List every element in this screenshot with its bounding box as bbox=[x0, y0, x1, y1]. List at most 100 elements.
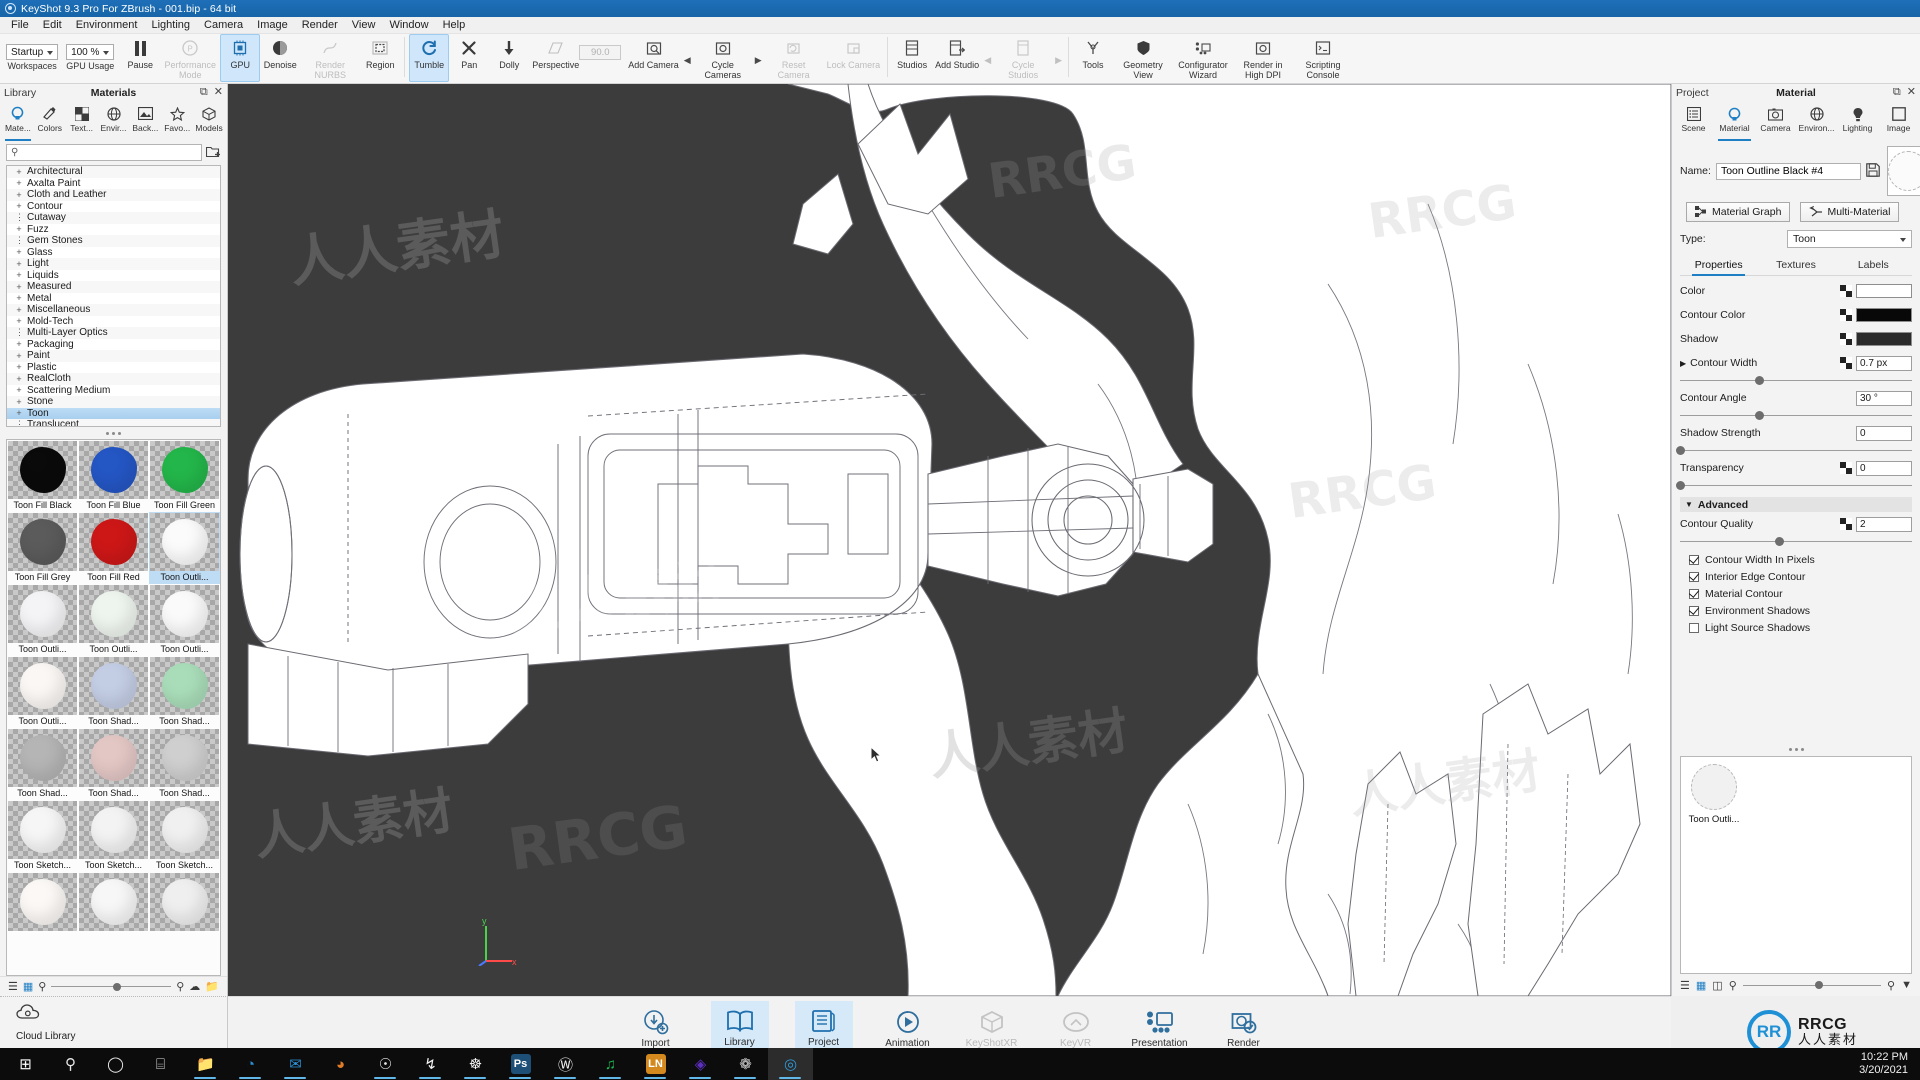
cycle-cameras-button[interactable]: Cycle Cameras bbox=[693, 34, 753, 82]
expand-plus-icon[interactable]: + bbox=[15, 178, 23, 188]
scripting-console-button[interactable]: Scripting Console bbox=[1293, 34, 1353, 82]
taskbar-clock[interactable]: 10:22 PM 3/20/2021 bbox=[1859, 1051, 1920, 1077]
checkbox-interior-edge-contour[interactable] bbox=[1689, 572, 1699, 582]
expand-plus-icon[interactable]: + bbox=[15, 351, 23, 361]
project-close-icon[interactable]: ✕ bbox=[1907, 87, 1916, 98]
taskbar-fan[interactable]: ❁ bbox=[723, 1048, 768, 1080]
dock-keyshotxr[interactable]: KeyShotXR bbox=[963, 1001, 1021, 1055]
library-material-cell[interactable]: Toon Shad... bbox=[149, 656, 220, 728]
menu-view[interactable]: View bbox=[345, 17, 383, 34]
contour-quality-value[interactable]: 2 bbox=[1856, 517, 1912, 532]
library-add-folder-icon[interactable] bbox=[206, 145, 221, 161]
checkbox-row-environment-shadows[interactable]: Environment Shadows bbox=[1672, 602, 1920, 619]
library-search-box[interactable]: ⚲ bbox=[6, 144, 202, 161]
library-category-metal[interactable]: +Metal bbox=[7, 293, 220, 305]
render-nurbs-button[interactable]: Render NURBS bbox=[300, 34, 360, 82]
checkbox-contour-width-in-pixels[interactable] bbox=[1689, 555, 1699, 565]
menu-lighting[interactable]: Lighting bbox=[144, 17, 197, 34]
gpu-usage-combo-value[interactable]: 100 % bbox=[66, 44, 114, 60]
library-tab-colors[interactable]: Colors bbox=[34, 101, 66, 141]
library-category-tree[interactable]: +Architectural+Axalta Paint+Cloth and Le… bbox=[6, 165, 221, 427]
expand-plus-icon[interactable]: + bbox=[15, 224, 23, 234]
cycle-cameras-next[interactable]: ▶ bbox=[753, 55, 764, 66]
multi-material-button[interactable]: Multi-Material bbox=[1800, 202, 1899, 222]
library-category-fuzz[interactable]: +Fuzz bbox=[7, 224, 220, 236]
cloud-download-icon[interactable]: ☁ bbox=[189, 980, 200, 993]
material-name-input[interactable] bbox=[1716, 163, 1861, 180]
library-category-packaging[interactable]: +Packaging bbox=[7, 339, 220, 351]
taskbar-keyshot[interactable]: ◎ bbox=[768, 1048, 813, 1080]
scene-material-grid[interactable]: Toon Outli... bbox=[1680, 756, 1912, 974]
library-search-input[interactable] bbox=[22, 147, 197, 158]
library-category-stone[interactable]: +Stone bbox=[7, 396, 220, 408]
project-tab-camera[interactable]: Camera bbox=[1755, 101, 1796, 141]
cycle-studios-next[interactable]: ▶ bbox=[1053, 55, 1064, 66]
perspective-button[interactable]: Perspective 90.0 bbox=[529, 34, 625, 82]
configurator-wizard-button[interactable]: Configurator Wizard bbox=[1173, 34, 1233, 82]
library-material-cell[interactable]: Toon Shad... bbox=[78, 656, 149, 728]
project-tab-image[interactable]: Image bbox=[1878, 101, 1919, 141]
zoom-out-icon[interactable]: ⚲ bbox=[38, 980, 46, 993]
gpu-button[interactable]: GPU bbox=[220, 34, 260, 82]
taskbar-substance[interactable]: Ⓦ bbox=[543, 1048, 588, 1080]
expand-plus-icon[interactable]: + bbox=[15, 305, 23, 315]
denoise-button[interactable]: Denoise bbox=[260, 34, 300, 82]
cycle-studios-prev[interactable]: ◀ bbox=[982, 55, 993, 66]
pan-button[interactable]: Pan bbox=[449, 34, 489, 82]
leaf-dash-icon[interactable]: ⋮ bbox=[15, 212, 23, 223]
list-view-icon[interactable]: ☰ bbox=[8, 980, 18, 993]
render-viewport[interactable]: 人人素材 人人素材 RRCG 人人素材 RRCG RRCG RRCG 人人素材 … bbox=[228, 84, 1671, 996]
checkbox-light-source-shadows[interactable] bbox=[1689, 623, 1699, 633]
texture-map-icon[interactable] bbox=[1840, 309, 1852, 321]
texture-map-icon[interactable] bbox=[1840, 518, 1852, 530]
start-button[interactable]: ⊞ bbox=[3, 1048, 48, 1080]
new-folder-icon[interactable]: 📁 bbox=[205, 980, 219, 993]
menu-render[interactable]: Render bbox=[295, 17, 345, 34]
taskbar-search[interactable]: ⚲ bbox=[48, 1048, 93, 1080]
library-category-plastic[interactable]: +Plastic bbox=[7, 362, 220, 374]
menu-environment[interactable]: Environment bbox=[69, 17, 145, 34]
add-camera-button[interactable]: Add Camera bbox=[625, 34, 682, 82]
library-material-cell[interactable]: Toon Outli... bbox=[149, 512, 220, 584]
filter-icon[interactable]: ▼ bbox=[1901, 979, 1912, 991]
expand-plus-icon[interactable]: + bbox=[15, 247, 23, 257]
library-material-cell[interactable]: Toon Fill Red bbox=[78, 512, 149, 584]
cycle-cameras-prev[interactable]: ◀ bbox=[682, 55, 693, 66]
expand-plus-icon[interactable]: + bbox=[15, 362, 23, 372]
library-category-realcloth[interactable]: +RealCloth bbox=[7, 373, 220, 385]
slider-contour-angle[interactable] bbox=[1672, 410, 1920, 421]
library-tab-materials[interactable]: Mate... bbox=[2, 101, 34, 141]
scene-material-item[interactable]: Toon Outli... bbox=[1686, 764, 1742, 825]
library-category-measured[interactable]: +Measured bbox=[7, 281, 220, 293]
taskbar-ln[interactable]: LN bbox=[633, 1048, 678, 1080]
project-tab-environment[interactable]: Environ... bbox=[1796, 101, 1837, 141]
project-tab-lighting[interactable]: Lighting bbox=[1837, 101, 1878, 141]
library-material-cell[interactable]: Toon Fill Grey bbox=[7, 512, 78, 584]
geometry-view-button[interactable]: Geometry View bbox=[1113, 34, 1173, 82]
value-input-contour-angle[interactable]: 30 ° bbox=[1856, 391, 1912, 406]
library-category-liquids[interactable]: +Liquids bbox=[7, 270, 220, 282]
library-category-translucent[interactable]: ⋮Translucent bbox=[7, 419, 220, 427]
library-material-cell[interactable]: Toon Sketch... bbox=[7, 800, 78, 872]
library-tab-favorites[interactable]: Favo... bbox=[161, 101, 193, 141]
contour-quality-slider[interactable] bbox=[1672, 536, 1920, 547]
library-material-cell[interactable]: Toon Sketch... bbox=[78, 800, 149, 872]
subtab-labels[interactable]: Labels bbox=[1835, 257, 1912, 275]
library-close-icon[interactable]: ✕ bbox=[214, 87, 223, 98]
library-category-contour[interactable]: +Contour bbox=[7, 201, 220, 213]
tools-button[interactable]: Tools bbox=[1073, 34, 1113, 82]
texture-map-icon[interactable] bbox=[1840, 333, 1852, 345]
expand-plus-icon[interactable]: + bbox=[15, 316, 23, 326]
dolly-button[interactable]: Dolly bbox=[489, 34, 529, 82]
taskbar-blender[interactable]: ◕ bbox=[318, 1048, 363, 1080]
expand-plus-icon[interactable]: + bbox=[15, 201, 23, 211]
render-high-dpi-button[interactable]: Render in High DPI bbox=[1233, 34, 1293, 82]
project-tab-material[interactable]: Material bbox=[1714, 101, 1755, 141]
save-icon[interactable] bbox=[1866, 163, 1880, 180]
library-material-cell[interactable] bbox=[7, 872, 78, 944]
library-category-architectural[interactable]: +Architectural bbox=[7, 166, 220, 178]
taskbar-keyshot-lib[interactable]: ☉ bbox=[363, 1048, 408, 1080]
menu-camera[interactable]: Camera bbox=[197, 17, 250, 34]
checkbox-row-material-contour[interactable]: Material Contour bbox=[1672, 585, 1920, 602]
material-graph-button[interactable]: Material Graph bbox=[1686, 202, 1790, 222]
